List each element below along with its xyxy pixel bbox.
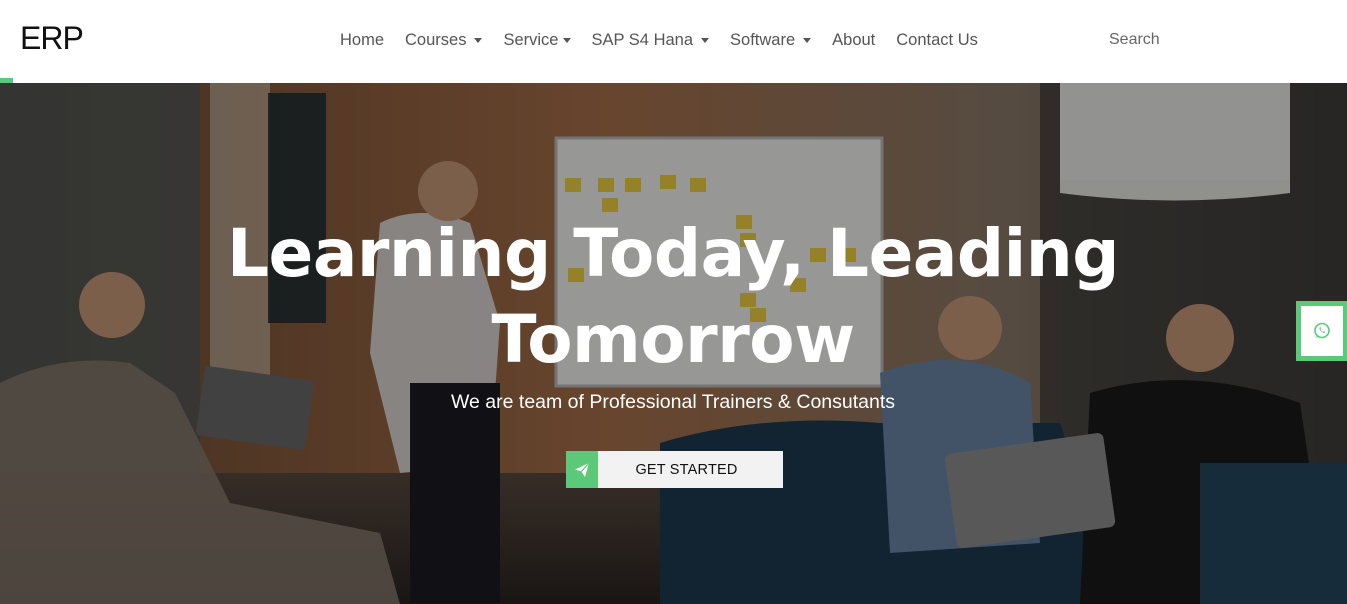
nav-service[interactable]: Service [503, 30, 571, 50]
nav-sap-label: SAP S4 Hana [591, 30, 694, 49]
hero-title-line-1: Learning Today, Leading [227, 215, 1119, 292]
site-logo[interactable]: ERP [20, 18, 84, 58]
hero-section: Learning Today, Leading Tomorrow We are … [0, 83, 1347, 604]
whatsapp-icon [1314, 322, 1330, 339]
chevron-down-icon [474, 37, 483, 43]
nav-software[interactable]: Software [730, 30, 812, 50]
whatsapp-button-inner [1301, 306, 1343, 356]
nav-courses[interactable]: Courses [405, 30, 483, 50]
nav-service-label: Service [503, 30, 559, 49]
nav-contact-label: Contact Us [896, 30, 978, 49]
nav-sap-s4-hana[interactable]: SAP S4 Hana [592, 31, 710, 50]
nav-courses-label: Courses [405, 30, 467, 49]
chevron-down-icon [701, 37, 710, 43]
hero-title: Learning Today, Leading Tomorrow [173, 211, 1173, 383]
chevron-down-icon [803, 37, 812, 43]
paper-plane-icon [566, 451, 598, 488]
nav-about-label: About [832, 30, 876, 49]
navbar: ERP Home Courses Service SAP S4 Hana Sof… [0, 0, 1347, 83]
main-nav: Home Courses Service SAP S4 Hana Softwar… [340, 29, 999, 51]
chevron-down-icon [562, 37, 571, 43]
nav-home[interactable]: Home [340, 31, 384, 50]
nav-software-label: Software [730, 30, 796, 49]
nav-about[interactable]: About [832, 31, 875, 50]
logo-accent-bar [0, 78, 13, 83]
nav-contact-us[interactable]: Contact Us [896, 31, 978, 50]
get-started-button[interactable]: GET STARTED [566, 451, 783, 488]
get-started-label: GET STARTED [635, 461, 738, 478]
whatsapp-button[interactable] [1296, 301, 1347, 361]
search-input[interactable] [1109, 29, 1239, 51]
logo-text: ERP [20, 20, 84, 56]
hero-subtitle: We are team of Professional Trainers & C… [450, 391, 895, 413]
nav-home-label: Home [340, 30, 385, 49]
hero-title-line-2: Tomorrow [491, 301, 855, 378]
